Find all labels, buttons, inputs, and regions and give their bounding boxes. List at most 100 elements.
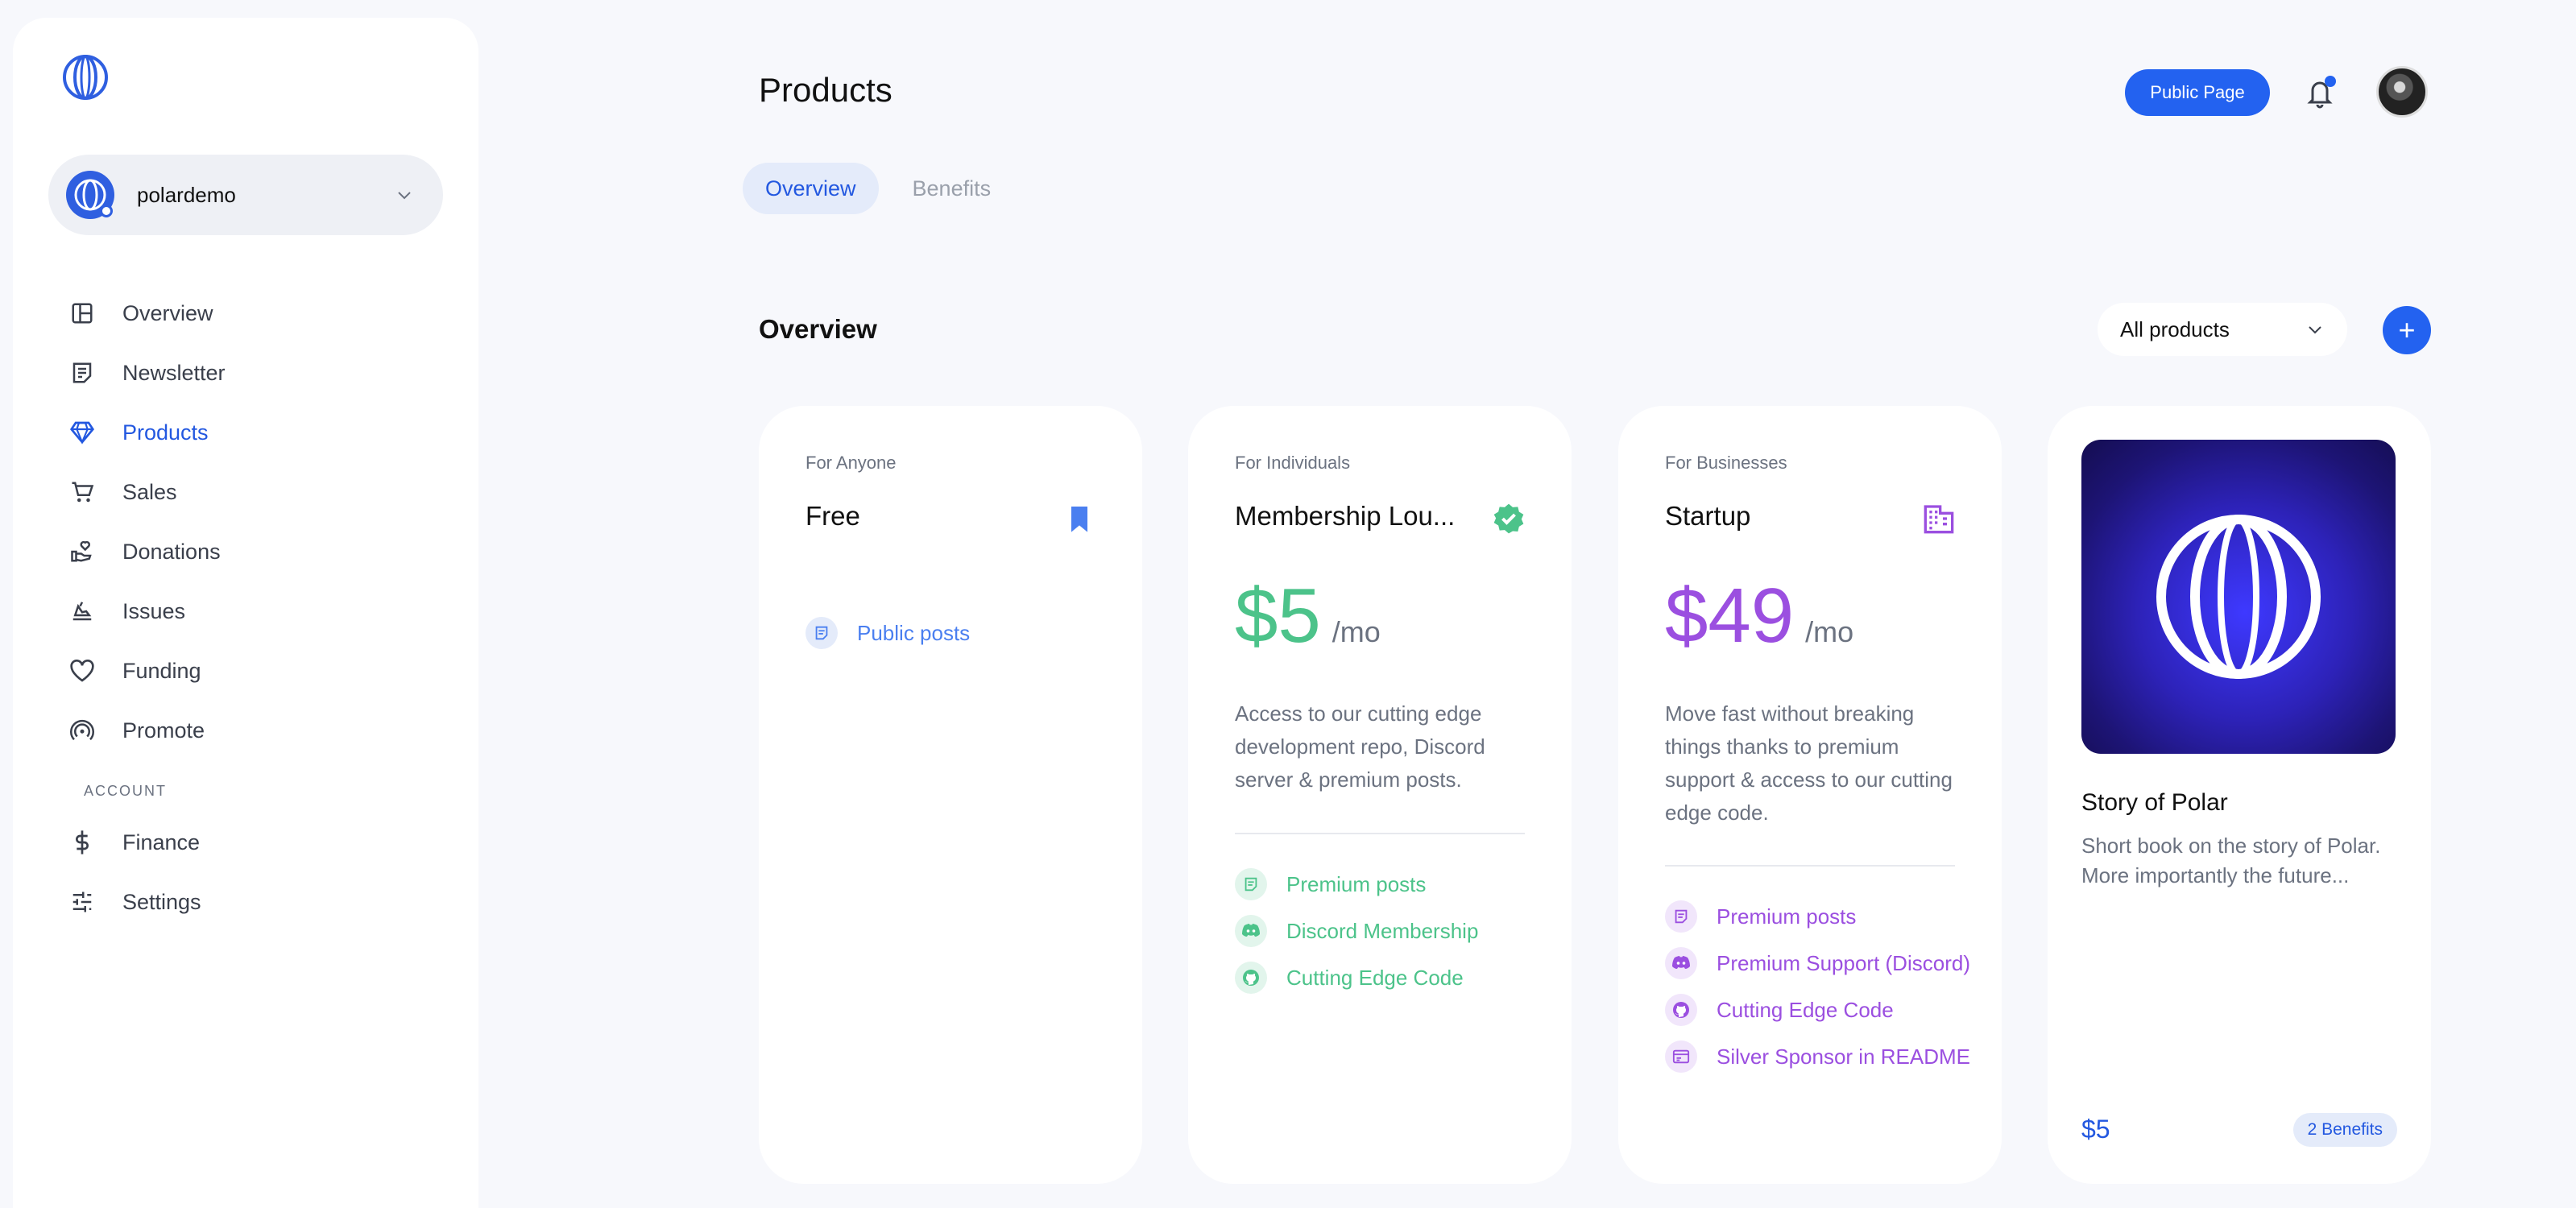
sidebar-item-newsletter[interactable]: Newsletter [68, 343, 454, 403]
discord-icon [1665, 947, 1697, 979]
sliders-icon [68, 887, 97, 916]
sidebar-item-sales[interactable]: Sales [68, 462, 454, 522]
donation-icon [68, 537, 97, 566]
benefit-item: Silver Sponsor in README [1665, 1040, 1971, 1073]
product-card-book[interactable]: Story of Polar Short book on the story o… [2048, 406, 2431, 1184]
benefit-label: Premium posts [1286, 872, 1427, 896]
card-name: Membership Lou... [1235, 501, 1456, 531]
sidebar-item-label: Products [122, 420, 209, 445]
benefit-item: Premium posts [1665, 900, 1971, 933]
benefit-item: Discord Membership [1235, 915, 1541, 947]
ad-icon [1665, 1040, 1697, 1073]
post-icon [806, 617, 838, 649]
card-audience: For Individuals [1235, 453, 1351, 473]
book-price: $5 [2081, 1115, 2110, 1144]
sidebar-item-finance[interactable]: Finance [68, 813, 454, 872]
card-benefits: Public posts [806, 617, 1112, 664]
sidebar-item-products[interactable]: Products [68, 403, 454, 462]
discord-icon [1235, 915, 1267, 947]
sidebar-item-overview[interactable]: Overview [68, 283, 454, 343]
benefit-label: Cutting Edge Code [1717, 998, 1894, 1022]
layout-icon [68, 299, 97, 328]
sidebar-item-label: Promote [122, 718, 205, 743]
card-audience: For Anyone [806, 453, 897, 473]
benefit-item: Cutting Edge Code [1665, 994, 1971, 1026]
card-divider [1665, 865, 1955, 867]
broadcast-icon [68, 716, 97, 745]
org-name: polardemo [137, 182, 236, 207]
price-amount: $5 [1235, 573, 1321, 659]
tab-benefits[interactable]: Benefits [890, 163, 1014, 214]
cart-icon [68, 478, 97, 507]
bookmark-icon [1071, 507, 1087, 532]
benefit-label: Premium posts [1717, 904, 1857, 929]
product-card-startup[interactable]: For Businesses Startup $49 /mo Move fast… [1618, 406, 2002, 1184]
building-icon [1924, 505, 1954, 534]
price-period: /mo [1331, 615, 1381, 648]
benefit-item: Public posts [806, 617, 1112, 649]
sidebar-item-label: Overview [122, 300, 213, 325]
chevron-down-icon [398, 192, 411, 200]
benefit-item: Cutting Edge Code [1235, 962, 1541, 994]
benefit-label: Public posts [857, 621, 971, 645]
github-icon [1235, 962, 1267, 994]
issue-icon [68, 597, 97, 626]
diamond-icon [68, 418, 97, 447]
benefits-badge: 2 Benefits [2292, 1113, 2397, 1147]
tab-bar: Overview Benefits [743, 163, 1025, 214]
sidebar-item-label: Funding [122, 658, 201, 683]
chevron-down-icon [2309, 326, 2321, 334]
sidebar-item-promote[interactable]: Promote [68, 701, 454, 760]
sidebar-nav: Overview Newsletter Products Sales Donat… [68, 283, 454, 932]
price-period: /mo [1805, 615, 1854, 648]
user-avatar[interactable] [2376, 66, 2428, 118]
card-audience: For Businesses [1665, 453, 1787, 473]
product-filter-value: All products [2120, 316, 2230, 341]
account-section-heading: ACCOUNT [84, 783, 167, 799]
add-product-button[interactable]: + [2383, 306, 2431, 354]
card-price: $5 /mo [1235, 572, 1381, 660]
sidebar-item-settings[interactable]: Settings [68, 872, 454, 932]
public-page-button[interactable]: Public Page [2125, 69, 2270, 116]
card-description: Access to our cutting edge development r… [1235, 701, 1485, 792]
sidebar-item-donations[interactable]: Donations [68, 522, 454, 581]
benefit-label: Premium Support (Discord) [1717, 951, 1970, 975]
sidebar-item-funding[interactable]: Funding [68, 641, 454, 701]
product-card-free[interactable]: For Anyone Free Public posts [759, 406, 1142, 1184]
book-title: Story of Polar [2081, 789, 2228, 816]
dollar-icon [68, 828, 97, 857]
card-name: Free [806, 501, 860, 531]
notification-dot [2325, 76, 2336, 87]
sidebar-item-label: Sales [122, 479, 177, 504]
section-title: Overview [759, 314, 877, 344]
benefit-label: Discord Membership [1286, 919, 1479, 943]
benefit-label: Silver Sponsor in README [1717, 1045, 1970, 1069]
card-benefits: Premium posts Premium Support (Discord) … [1665, 900, 1971, 1087]
card-description: Move fast without breaking things thanks… [1665, 701, 1953, 825]
polar-logo-icon [2156, 515, 2321, 679]
org-badge-icon [100, 205, 113, 217]
post-icon [1235, 868, 1267, 900]
sidebar-item-label: Settings [122, 889, 201, 914]
benefit-label: Cutting Edge Code [1286, 966, 1464, 990]
price-amount: $49 [1665, 573, 1795, 659]
card-divider [1235, 833, 1525, 834]
org-avatar [66, 171, 114, 219]
sidebar-item-issues[interactable]: Issues [68, 581, 454, 641]
card-price: $49 /mo [1665, 572, 1853, 660]
post-icon [1665, 900, 1697, 933]
org-switcher[interactable]: polardemo [48, 155, 443, 235]
tab-overview[interactable]: Overview [743, 163, 879, 214]
sidebar-item-label: Newsletter [122, 360, 226, 385]
page-title: Products [759, 71, 892, 109]
product-card-membership[interactable]: For Individuals Membership Lou... $5 /mo… [1188, 406, 1572, 1184]
heart-icon [68, 656, 97, 685]
product-filter-select[interactable]: All products [2098, 303, 2347, 356]
book-description: Short book on the story of Polar. More i… [2081, 834, 2381, 887]
sidebar: polardemo Overview Newsletter Products S… [13, 18, 478, 1208]
sidebar-item-label: Issues [122, 598, 186, 623]
notifications-button[interactable] [2305, 76, 2338, 110]
card-name: Startup [1665, 501, 1751, 531]
polar-logo-icon[interactable] [61, 53, 110, 101]
card-benefits: Premium posts Discord Membership Cutting… [1235, 868, 1541, 1008]
